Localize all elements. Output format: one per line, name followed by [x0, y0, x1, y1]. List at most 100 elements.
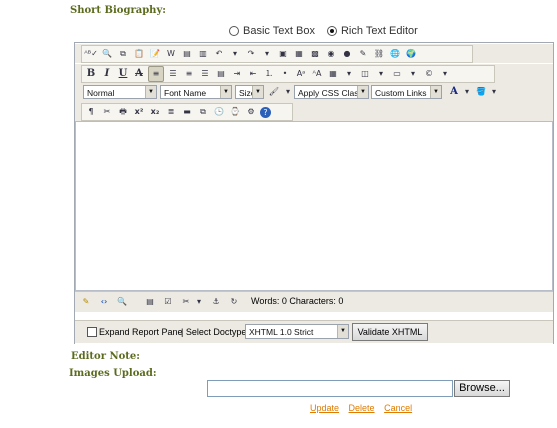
- paragraph-format-dropdown[interactable]: Normal ▼: [83, 85, 157, 99]
- undo-icon[interactable]: ↶: [212, 47, 226, 61]
- outdent-icon[interactable]: ⇤: [246, 67, 260, 81]
- browse-button[interactable]: Browse...: [454, 380, 510, 397]
- align-right-icon[interactable]: ≡: [182, 67, 196, 81]
- validate-xhtml-button[interactable]: Validate XHTML: [352, 323, 428, 341]
- select-doctype-label: | Select Doctype:: [181, 327, 249, 337]
- paste-html-icon[interactable]: ▤: [180, 47, 194, 61]
- print-icon[interactable]: 🖶: [116, 105, 130, 119]
- doctype-select[interactable]: XHTML 1.0 Strict ▼: [245, 324, 349, 339]
- copyright-dropdown-icon[interactable]: ▾: [438, 67, 452, 81]
- toolbar-row-1: ᴬᴮ✓ 🔍 ⧉ 📋 📝 W ▤ ▥ ↶ ▾ ↷ ▾ ▣ ▦ ▩ ◉ ● ✎ ⛓ …: [75, 44, 553, 63]
- justify-icon[interactable]: ☰: [198, 67, 212, 81]
- basic-text-box-radio[interactable]: [229, 26, 239, 36]
- toolbar-row-4: ¶ ✂ 🖶 x² x₂ ≣ ▬ ⧉ 🕒 ⌚ ⚙ ?: [75, 102, 553, 121]
- redo-icon[interactable]: ↷: [244, 47, 258, 61]
- document-manager-icon[interactable]: ◉: [324, 47, 338, 61]
- numbered-list-icon[interactable]: ⒈: [262, 67, 276, 81]
- cancel-link[interactable]: Cancel: [384, 403, 412, 413]
- table-icon[interactable]: ▦: [326, 67, 340, 81]
- rich-text-editor-radio[interactable]: [326, 26, 337, 36]
- editor-note-label: Editor Note:: [71, 351, 140, 362]
- subscript-icon[interactable]: x₂: [148, 105, 162, 119]
- custom-links-dropdown[interactable]: Custom Links ▼: [371, 85, 442, 99]
- back-color-dropdown-icon[interactable]: ▾: [487, 85, 501, 99]
- chevron-down-icon: ▼: [252, 86, 263, 98]
- font-name-value: Font Name: [164, 88, 207, 98]
- basic-text-box-label: Basic Text Box: [243, 25, 315, 37]
- cut-icon[interactable]: ✂: [179, 295, 193, 309]
- module-manager-icon[interactable]: ⚙: [244, 105, 258, 119]
- hyperlink-icon[interactable]: 🌐: [388, 47, 402, 61]
- preview-icon[interactable]: 🔍: [115, 295, 129, 309]
- font-size-dropdown[interactable]: Size ▼: [235, 85, 264, 99]
- update-link[interactable]: Update: [310, 403, 339, 413]
- find-replace-icon[interactable]: 🔍: [100, 47, 114, 61]
- font-name-dropdown[interactable]: Font Name ▼: [160, 85, 232, 99]
- statistics-icon[interactable]: ▤: [143, 295, 157, 309]
- format-stripper-dropdown-icon[interactable]: ▾: [281, 85, 295, 99]
- media-manager-icon[interactable]: ▦: [292, 47, 306, 61]
- unlink-icon[interactable]: 🌍: [404, 47, 418, 61]
- anchor-icon[interactable]: ⚓: [209, 295, 223, 309]
- design-mode-icon[interactable]: ✎: [79, 295, 93, 309]
- strikethrough-icon[interactable]: A: [132, 67, 146, 81]
- editor-mode-selector: Basic Text Box Rich Text Editor: [229, 25, 418, 37]
- copyright-icon[interactable]: ©: [422, 67, 436, 81]
- editor-content-area[interactable]: [75, 121, 553, 291]
- insert-element-dropdown-icon[interactable]: ▾: [374, 67, 388, 81]
- copy-icon[interactable]: ⧉: [116, 47, 130, 61]
- redo-dropdown-icon[interactable]: ▾: [260, 47, 274, 61]
- word-character-counts: Words: 0 Characters: 0: [251, 296, 344, 306]
- flash-manager-icon[interactable]: ▩: [308, 47, 322, 61]
- align-left-icon[interactable]: ≡: [148, 66, 164, 82]
- action-links: Update Delete Cancel: [310, 403, 419, 413]
- new-paragraph-icon[interactable]: ¶: [84, 105, 98, 119]
- expand-report-checkbox[interactable]: [87, 327, 97, 337]
- insert-form-icon[interactable]: ⧉: [196, 105, 210, 119]
- insert-date-icon[interactable]: 🕒: [212, 105, 226, 119]
- refresh-icon[interactable]: ↻: [227, 295, 241, 309]
- fore-color-icon[interactable]: A: [447, 85, 461, 99]
- link-manager-icon[interactable]: ⛓: [372, 47, 386, 61]
- css-class-value: Apply CSS Class: [298, 88, 363, 98]
- paste-word-icon[interactable]: W: [164, 47, 178, 61]
- xhtml-validator-icon[interactable]: ☑: [161, 295, 175, 309]
- bold-icon[interactable]: B: [84, 67, 98, 81]
- insert-time-icon[interactable]: ⌚: [228, 105, 242, 119]
- cut-dropdown-icon[interactable]: ▾: [192, 295, 206, 309]
- template-manager-icon[interactable]: ●: [340, 47, 354, 61]
- superscript-text-icon[interactable]: Aᵃ: [294, 67, 308, 81]
- underline-icon[interactable]: U: [116, 67, 130, 81]
- back-color-icon[interactable]: 🪣: [474, 85, 488, 99]
- format-stripper-icon[interactable]: 🖌: [267, 85, 281, 99]
- toolbar-row-3: Normal ▼ Font Name ▼ Size ▼ 🖌 ▾ Apply CS…: [75, 83, 553, 102]
- subscript-text-icon[interactable]: ᴬA: [310, 67, 324, 81]
- symbol-icon[interactable]: ▭: [390, 67, 404, 81]
- paste-icon[interactable]: 📋: [132, 47, 146, 61]
- table-dropdown-icon[interactable]: ▾: [342, 67, 356, 81]
- insert-snippet-icon[interactable]: ✂: [100, 105, 114, 119]
- italic-icon[interactable]: I: [100, 67, 114, 81]
- css-class-dropdown[interactable]: Apply CSS Class ▼: [294, 85, 369, 99]
- spellcheck-icon[interactable]: ᴬᴮ✓: [84, 47, 98, 61]
- help-icon[interactable]: ?: [260, 106, 271, 118]
- paste-as-html-icon[interactable]: ▥: [196, 47, 210, 61]
- html-mode-icon[interactable]: ‹›: [97, 295, 111, 309]
- indent-icon[interactable]: ⇥: [230, 67, 244, 81]
- undo-dropdown-icon[interactable]: ▾: [228, 47, 242, 61]
- symbol-dropdown-icon[interactable]: ▾: [406, 67, 420, 81]
- file-path-input[interactable]: [207, 380, 453, 397]
- insert-rule-icon[interactable]: ▬: [180, 105, 194, 119]
- remove-alignment-icon[interactable]: ▤: [214, 67, 228, 81]
- delete-link[interactable]: Delete: [349, 403, 375, 413]
- superscript-icon[interactable]: x²: [132, 105, 146, 119]
- chevron-down-icon: ▼: [430, 86, 441, 98]
- fore-color-dropdown-icon[interactable]: ▾: [460, 85, 474, 99]
- bulleted-list-icon[interactable]: •: [278, 67, 292, 81]
- insert-paragraph-icon[interactable]: ≣: [164, 105, 178, 119]
- paste-text-icon[interactable]: 📝: [148, 47, 162, 61]
- image-map-icon[interactable]: ✎: [356, 47, 370, 61]
- align-center-icon[interactable]: ☰: [166, 67, 180, 81]
- image-manager-icon[interactable]: ▣: [276, 47, 290, 61]
- insert-element-icon[interactable]: ◫: [358, 67, 372, 81]
